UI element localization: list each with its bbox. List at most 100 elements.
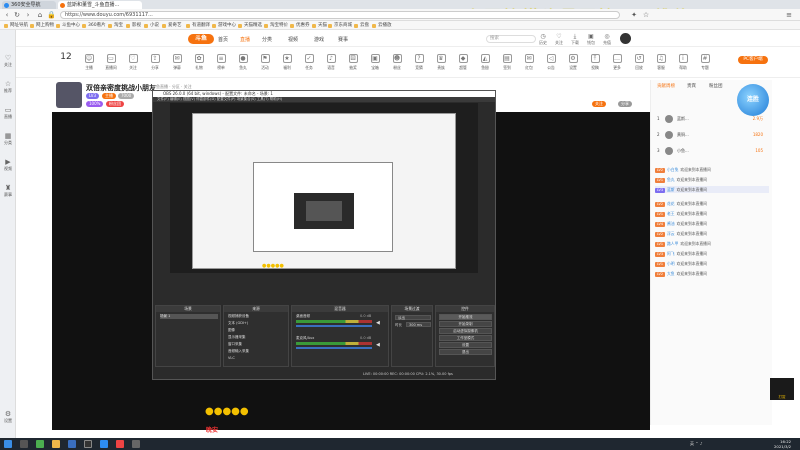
- app-icon[interactable]: [132, 440, 140, 448]
- nav-item-0[interactable]: 首页: [218, 36, 228, 43]
- home-icon[interactable]: ⌂: [36, 11, 44, 19]
- streamer-avatar[interactable]: [56, 82, 82, 108]
- bookmark-15[interactable]: 云盘: [354, 22, 369, 29]
- tool-item-14[interactable]: ☻ 粉丝: [386, 54, 408, 71]
- tool-item-1[interactable]: ▭ 直播间: [100, 54, 122, 71]
- tool-item-0[interactable]: ☺ 主播: [78, 54, 100, 71]
- tool-item-18[interactable]: ◭ 鱼翅: [474, 54, 496, 71]
- tab-fan-club[interactable]: 粉丝团: [709, 83, 723, 89]
- duration-input[interactable]: 300 ms: [406, 322, 431, 327]
- nav-item-2[interactable]: 分类: [262, 36, 272, 43]
- tool-item-2[interactable]: ♡ 关注: [122, 54, 144, 71]
- tool-item-23[interactable]: ⤒ 投稿: [584, 54, 606, 71]
- rail-item-6[interactable]: ⚙ 设置: [1, 410, 15, 424]
- bookmark-4[interactable]: 淘宝: [108, 22, 123, 29]
- star-icon[interactable]: ☆: [642, 11, 650, 19]
- browser-tab-0[interactable]: 360安全导航: [2, 1, 56, 9]
- tool-item-7[interactable]: ● 鱼丸: [232, 54, 254, 71]
- bookmark-3[interactable]: 360看片: [82, 22, 106, 29]
- volume-slider-0[interactable]: [296, 325, 372, 327]
- bookmark-1[interactable]: 网上购物: [30, 22, 54, 29]
- source-item-0[interactable]: 视频捕获设备: [228, 314, 249, 319]
- bookmark-0[interactable]: 网址导航: [4, 22, 28, 29]
- start-streaming-button[interactable]: 开始推流: [439, 314, 492, 320]
- rail-item-2[interactable]: ▭ 直播: [1, 106, 15, 120]
- windows-start-icon[interactable]: [4, 440, 12, 448]
- chat-message[interactable]: LV4 酱油 欢迎来到本直播间: [655, 220, 769, 227]
- user-avatar[interactable]: [620, 33, 631, 44]
- start-recording-button[interactable]: 开始录制: [439, 321, 492, 327]
- tool-item-28[interactable]: # 专题: [694, 54, 716, 71]
- source-item-1[interactable]: 文本 (GDI+): [228, 321, 248, 326]
- menu-icon[interactable]: ≡: [785, 11, 793, 19]
- history-button[interactable]: ◷ 历史: [536, 33, 550, 46]
- tool-item-3[interactable]: ⇪ 分享: [144, 54, 166, 71]
- rail-item-5[interactable]: ♜ 赛事: [1, 184, 15, 198]
- chat-message[interactable]: LV2 浮云 欢迎来到本直播间: [655, 230, 769, 237]
- chat-message[interactable]: LV1 老王 欢迎来到本直播间: [655, 210, 769, 217]
- refresh-icon[interactable]: ↻: [13, 11, 21, 19]
- nav-item-4[interactable]: 游戏: [314, 36, 324, 43]
- tool-item-6[interactable]: ≡ 榜单: [210, 54, 232, 71]
- search-icon[interactable]: [20, 440, 28, 448]
- exit-button[interactable]: 退出: [439, 349, 492, 355]
- folder-icon[interactable]: [52, 440, 60, 448]
- chat-message[interactable]: LV2 小白兔 欢迎来到本直播间: [655, 166, 769, 173]
- source-item-5[interactable]: 音频输入采集: [228, 349, 249, 354]
- mic-icon[interactable]: ◀: [376, 342, 380, 348]
- pc-client-button[interactable]: PC客户端: [738, 56, 768, 64]
- chat-message[interactable]: LV3 阿飞 欢迎来到本直播间: [655, 250, 769, 257]
- rail-item-1[interactable]: ☆ 推荐: [1, 80, 15, 94]
- obs-menu-bar[interactable]: 文件(F) 编辑(E) 视图(V) 停靠部件(D) 配置文件(P) 场景集合(S…: [153, 97, 495, 102]
- source-item-3[interactable]: 显示器采集: [228, 335, 246, 340]
- rail-item-3[interactable]: ▦ 分类: [1, 132, 15, 146]
- tool-item-21[interactable]: ◁ 公告: [540, 54, 562, 71]
- chat-message[interactable]: LV3 蓝斯 欢迎来到本直播间: [655, 186, 769, 193]
- corner-widget[interactable]: 打赏: [770, 378, 794, 400]
- url-input[interactable]: https://www.douyu.com/6931117...: [60, 11, 620, 19]
- bookmark-13[interactable]: 天猫: [312, 22, 327, 29]
- tool-item-25[interactable]: ↺ 回放: [628, 54, 650, 71]
- studio-mode-button[interactable]: 工作室模式: [439, 335, 492, 341]
- bookmark-11[interactable]: 淘宝特价: [264, 22, 288, 29]
- media-app-icon[interactable]: [116, 440, 124, 448]
- obs-preview[interactable]: ●●●●●: [170, 103, 478, 273]
- source-item-4[interactable]: 窗口采集: [228, 342, 242, 347]
- tool-item-10[interactable]: ✓ 任务: [298, 54, 320, 71]
- rank-row[interactable]: 3 小鱼... 105: [657, 146, 767, 156]
- tool-item-9[interactable]: ★ 福利: [276, 54, 298, 71]
- bookmark-2[interactable]: 斗鱼中心: [56, 22, 80, 29]
- transition-select[interactable]: 淡出: [395, 315, 431, 320]
- tool-item-15[interactable]: ? 竞猜: [408, 54, 430, 71]
- extension-icon[interactable]: ✦: [630, 11, 638, 19]
- tool-item-17[interactable]: ◆ 超管: [452, 54, 474, 71]
- tool-item-11[interactable]: ♪ 语音: [320, 54, 342, 71]
- bookmark-6[interactable]: 小说: [144, 22, 159, 29]
- chat-message[interactable]: LV2 大鱼 欢迎来到本直播间: [655, 270, 769, 277]
- chat-message[interactable]: LV1 鱼丸 欢迎来到本直播间: [655, 176, 769, 183]
- rail-item-4[interactable]: ▶ 视频: [1, 158, 15, 172]
- tool-item-24[interactable]: … 更多: [606, 54, 628, 71]
- browser-tab-1[interactable]: 蓝斯和董雪_斗鱼直播...: [58, 1, 142, 9]
- chat-app-icon[interactable]: [100, 440, 108, 448]
- bookmark-5[interactable]: 影视: [126, 22, 141, 29]
- source-item-2[interactable]: 图像: [228, 328, 235, 333]
- download-button[interactable]: ⤓ 下载: [568, 33, 582, 46]
- tool-item-20[interactable]: ✉ 红包: [518, 54, 540, 71]
- site-logo[interactable]: 斗鱼: [188, 34, 214, 44]
- rank-row[interactable]: 2 黄铜... 1820: [657, 130, 767, 140]
- chat-message[interactable]: LV2 花花 欢迎来到本直播间: [655, 200, 769, 207]
- wallet-button[interactable]: ▣ 钱包: [584, 33, 598, 46]
- follow-button[interactable]: 关注: [592, 101, 606, 107]
- bookmark-10[interactable]: 天猫精选: [238, 22, 262, 29]
- bookmark-7[interactable]: 爱奇艺: [162, 22, 182, 29]
- rail-item-0[interactable]: ♡ 关注: [1, 54, 15, 68]
- promo-badge[interactable]: 连胜: [737, 84, 769, 116]
- tab-weekly-rank[interactable]: 贡献周榜: [657, 83, 675, 89]
- tool-item-8[interactable]: ⚑ 活动: [254, 54, 276, 71]
- settings-button[interactable]: 设置: [439, 342, 492, 348]
- browser-icon[interactable]: [68, 440, 76, 448]
- speaker-icon[interactable]: ◀: [376, 320, 380, 326]
- bookmark-9[interactable]: 游戏中心: [212, 22, 236, 29]
- nav-item-5[interactable]: 赛事: [338, 36, 348, 43]
